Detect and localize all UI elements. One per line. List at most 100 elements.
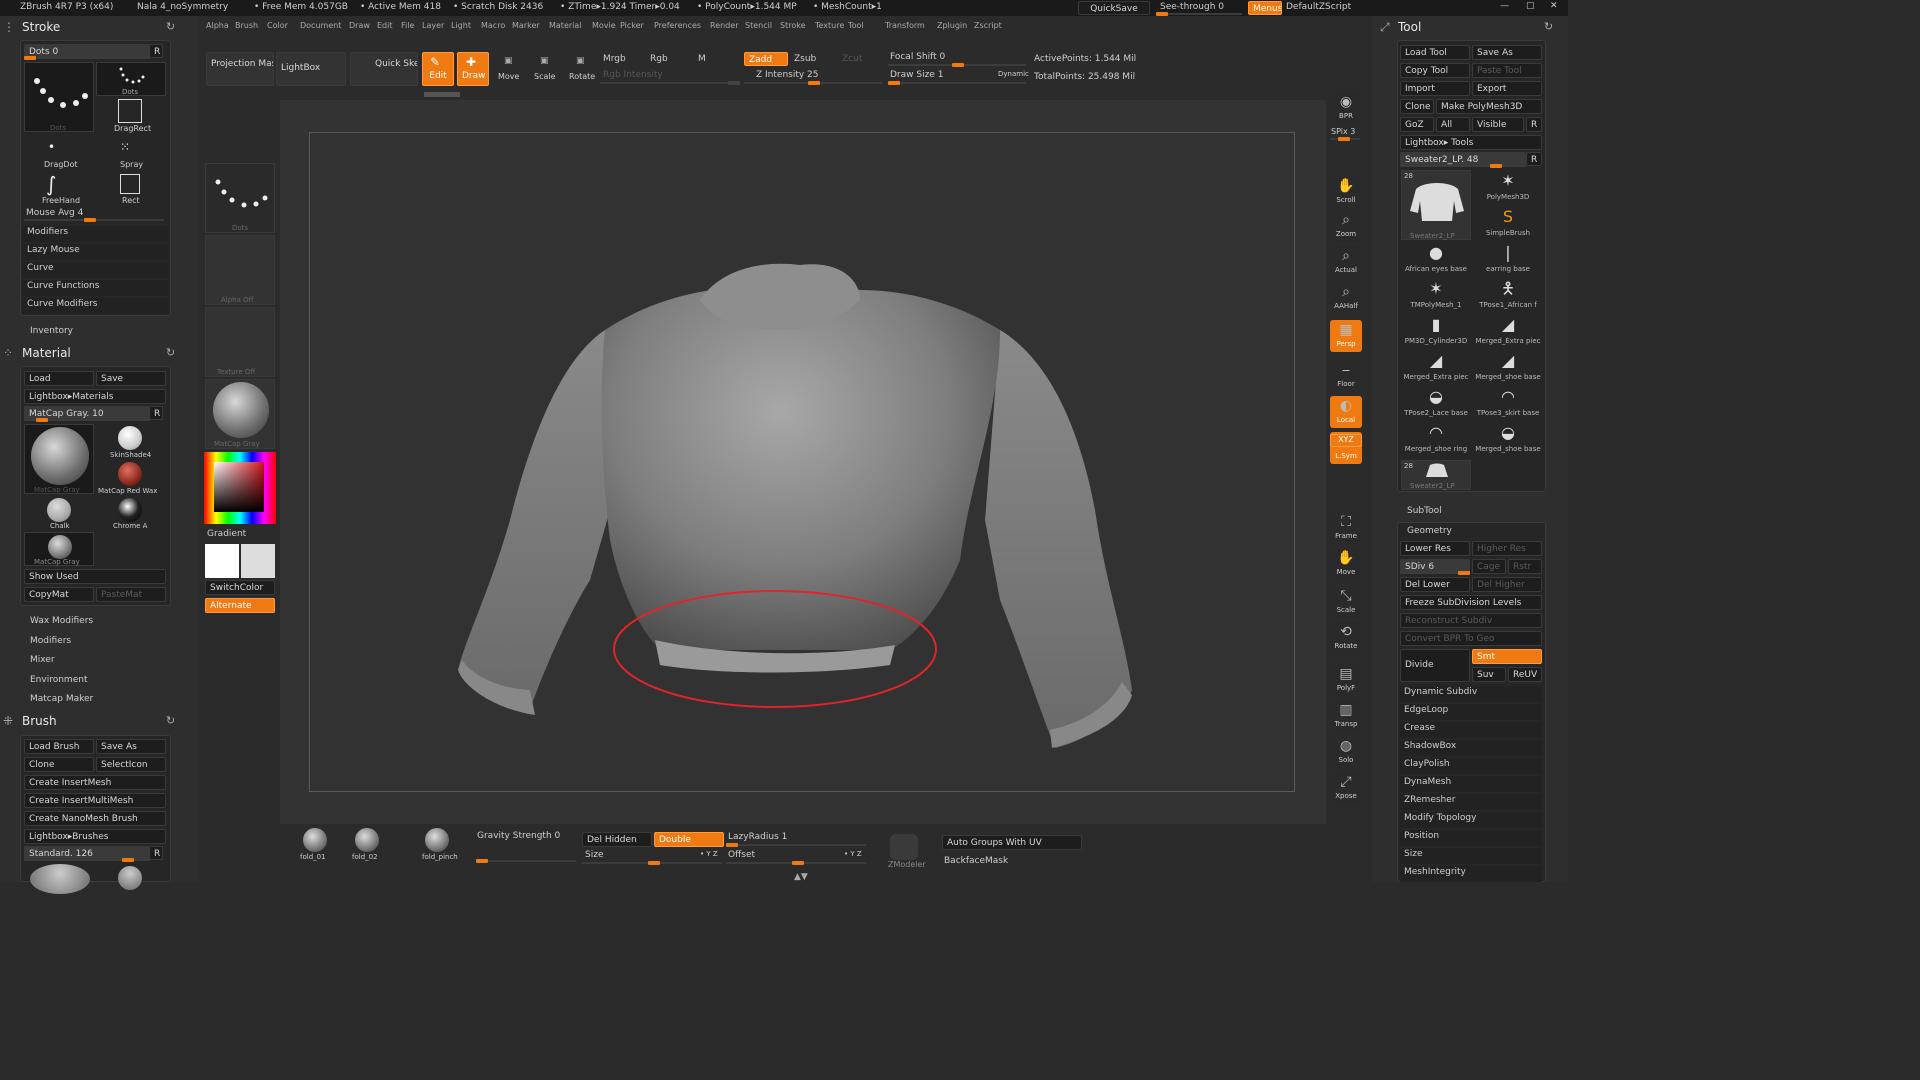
all-button[interactable]: All (1436, 117, 1470, 132)
minimize-icon[interactable]: — (1500, 1, 1509, 11)
rect-icon[interactable] (120, 174, 140, 194)
brush-clone-button[interactable]: Clone (24, 757, 94, 772)
insertmultimesh-button[interactable]: Create InsertMultiMesh (24, 793, 166, 808)
load-brush-button[interactable]: Load Brush (24, 739, 94, 754)
actual-button[interactable]: ⌕ Actual (1330, 246, 1362, 278)
solo-button[interactable]: ◍ Solo (1330, 736, 1362, 768)
quicksave-button[interactable]: QuickSave (1078, 1, 1150, 15)
material-menu-4[interactable]: Matcap Maker (30, 694, 93, 704)
geometry-menu-10[interactable]: MeshIntegrity (1400, 866, 1542, 882)
menu-light[interactable]: Light (451, 21, 471, 30)
geometry-menu-5[interactable]: DynaMesh (1400, 776, 1542, 792)
material-menu-2[interactable]: Mixer (30, 655, 55, 665)
show-used-button[interactable]: Show Used (24, 569, 166, 584)
matcap-r-button[interactable]: R (149, 406, 163, 420)
pastemat-button[interactable]: PasteMat (96, 587, 166, 602)
stroke-shelf-thumb[interactable] (205, 163, 275, 233)
subtool-menu[interactable]: SubTool (1407, 506, 1442, 516)
brush-thumb-2[interactable] (118, 866, 142, 890)
zadd-button[interactable]: Zadd (744, 52, 788, 66)
tool-item-13[interactable]: ◠ Merged_shoe ring (1401, 422, 1471, 456)
stroke-menu-3[interactable]: Curve Functions (22, 280, 168, 296)
nanomesh-button[interactable]: Create NanoMesh Brush (24, 811, 166, 826)
persp-button[interactable]: ▦ Persp (1330, 320, 1362, 352)
tool-item-14[interactable]: ◒ Merged_shoe base (1473, 422, 1543, 456)
dots-bar[interactable] (24, 56, 150, 60)
material-lightbox-button[interactable]: Lightbox▸Materials (24, 389, 166, 404)
geometry-menu-4[interactable]: ClayPolish (1400, 758, 1542, 774)
rotate-button[interactable]: ⟲ Rotate (1330, 622, 1362, 654)
xyz-button[interactable]: XYZ (1330, 434, 1362, 447)
tool-item-9[interactable]: ◢ Merged_Extra piec (1401, 350, 1471, 384)
menu-zplugin[interactable]: Zplugin (937, 21, 967, 30)
material-title[interactable]: Material (22, 346, 71, 360)
suv-toggle[interactable]: Suv (1472, 667, 1506, 682)
rstr-button[interactable]: Rstr (1508, 559, 1542, 574)
floor-button[interactable]: ⎯ Floor (1330, 360, 1362, 392)
polyf-button[interactable]: ▤ PolyF (1330, 664, 1362, 696)
see-through-bar[interactable] (1156, 12, 1242, 16)
copymat-button[interactable]: CopyMat (24, 587, 94, 602)
mouse-avg-bar[interactable] (24, 218, 164, 222)
mouse-avg-slider[interactable]: Mouse Avg 4 (26, 208, 83, 218)
goz-button[interactable]: GoZ (1400, 117, 1434, 132)
del-hidden-button[interactable]: Del Hidden (582, 832, 652, 847)
menu-file[interactable]: File (401, 21, 414, 30)
current-tool-r-button[interactable]: R (1526, 152, 1542, 166)
dragdot-icon[interactable]: • (48, 140, 55, 154)
brush-lightbox-button[interactable]: Lightbox▸Brushes (24, 829, 166, 844)
tool-refresh-icon[interactable]: ↻ (1544, 20, 1553, 33)
secondary-color-swatch[interactable] (241, 544, 275, 578)
menu-draw[interactable]: Draw (349, 21, 370, 30)
projection-master-button[interactable]: Projection Master (206, 52, 274, 86)
move-button[interactable]: ✋ Move (1330, 548, 1362, 580)
freeze-subdiv-button[interactable]: Freeze SubDivision Levels (1400, 595, 1542, 610)
del-lower-button[interactable]: Del Lower (1400, 577, 1470, 592)
scale-button[interactable]: ⤡ Scale (1330, 586, 1362, 618)
frame-button[interactable]: ⛶ Frame (1330, 512, 1362, 544)
bpr-button[interactable]: ◉ BPR (1330, 92, 1362, 124)
brush-title[interactable]: Brush (22, 714, 57, 728)
menu-render[interactable]: Render (710, 21, 738, 30)
collapse-bottom-icon[interactable]: ▲▼ (794, 872, 808, 882)
brush-r-button[interactable]: R (149, 846, 163, 860)
matcap-bar[interactable] (24, 418, 150, 422)
brush-fold_01-sphere[interactable] (303, 828, 327, 852)
focal-shift-bar[interactable] (888, 63, 1026, 67)
menu-transform[interactable]: Transform (885, 21, 925, 30)
alternate-button[interactable]: Alternate (205, 598, 275, 613)
draw-size-bar[interactable] (888, 81, 1026, 85)
zmodeler-icon[interactable] (890, 834, 918, 860)
make-polymesh-button[interactable]: Make PolyMesh3D (1436, 99, 1542, 114)
inventory-menu[interactable]: Inventory (30, 326, 73, 336)
convert-bpr-button[interactable]: Convert BPR To Geo (1400, 631, 1542, 646)
maximize-icon[interactable]: ▢ (1526, 1, 1535, 11)
main-color-swatch[interactable] (205, 544, 239, 578)
material-menu-0[interactable]: Wax Modifiers (30, 616, 93, 626)
zoom-button[interactable]: ⌕ Zoom (1330, 210, 1362, 242)
redwax-sphere[interactable] (118, 462, 142, 486)
menu-stencil[interactable]: Stencil (745, 21, 772, 30)
geometry-menu-3[interactable]: ShadowBox (1400, 740, 1542, 756)
smt-toggle[interactable]: Smt (1472, 649, 1542, 664)
chrome-sphere[interactable] (118, 498, 142, 522)
mrgb-button[interactable]: Mrgb (603, 54, 626, 64)
tool-item-11[interactable]: ◒ TPose2_Lace base (1401, 386, 1471, 420)
visible-button[interactable]: Visible (1472, 117, 1524, 132)
brush-refresh-icon[interactable]: ↻ (166, 714, 175, 727)
move-button[interactable]: Move (498, 72, 519, 81)
export-button[interactable]: Export (1472, 81, 1542, 96)
lower-res-button[interactable]: Lower Res (1400, 541, 1470, 556)
brush-fold_02-sphere[interactable] (355, 828, 379, 852)
menu-preferences[interactable]: Preferences (654, 21, 701, 30)
rgb-button[interactable]: Rgb (650, 54, 668, 64)
rotate-button[interactable]: Rotate (569, 72, 595, 81)
geometry-menu-2[interactable]: Crease (1400, 722, 1542, 738)
brush-fold_pinch-sphere[interactable] (425, 828, 449, 852)
menu-macro[interactable]: Macro (481, 21, 505, 30)
stroke-title[interactable]: Stroke (22, 20, 60, 34)
see-through-slider[interactable]: See-through 0 (1160, 2, 1224, 12)
divide-button[interactable]: Divide (1400, 649, 1470, 682)
default-zscript[interactable]: DefaultZScript (1286, 2, 1351, 12)
current-tool-bar[interactable] (1400, 164, 1526, 168)
